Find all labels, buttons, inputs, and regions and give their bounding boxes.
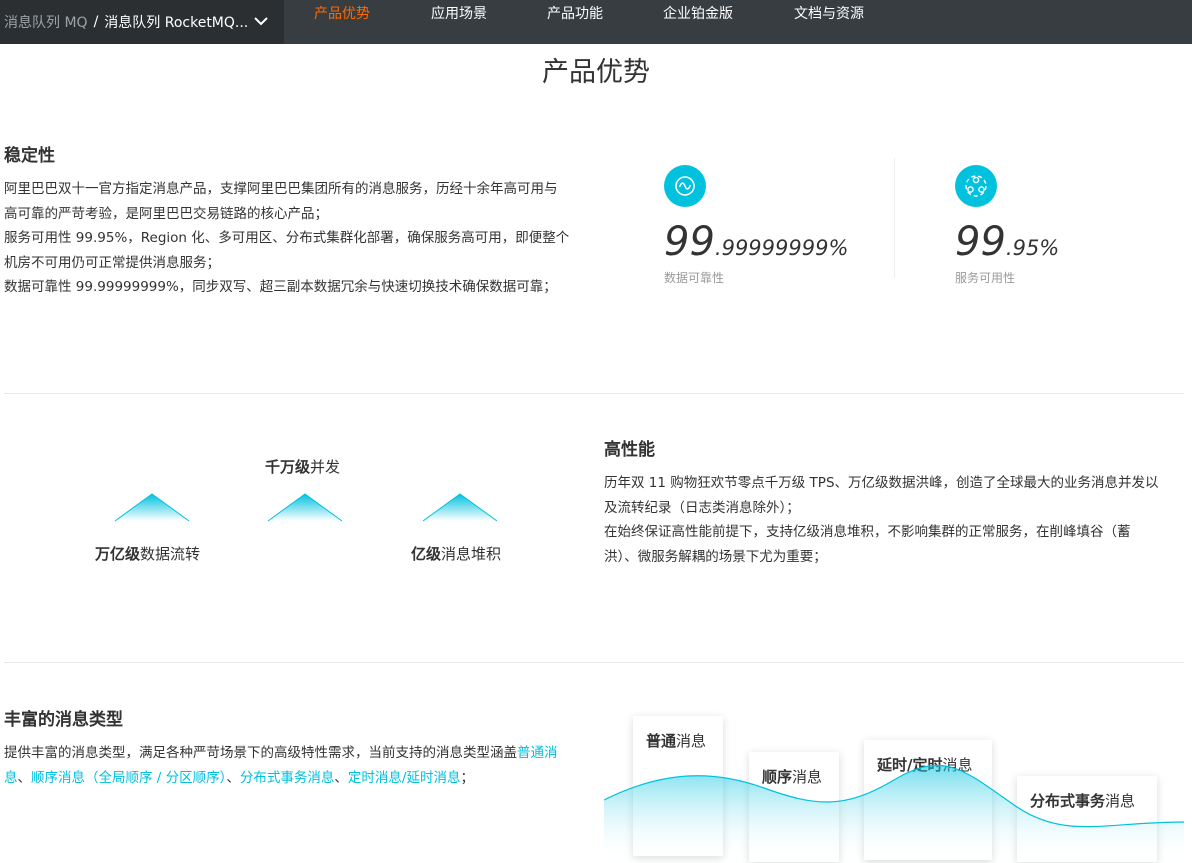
message-types-heading: 丰富的消息类型	[4, 710, 123, 730]
chevron-down-icon[interactable]	[254, 15, 268, 29]
link-transaction-message[interactable]: 分布式事务消息	[240, 770, 335, 786]
stability-line: 数据可靠性 99.99999999%，同步双写、超三副本数据冗余与快速切换技术确…	[4, 279, 557, 295]
performance-line: 洪）、微服务解耦的场景下尤为重要；	[604, 548, 827, 565]
stability-line: 服务可用性 99.95%，Region 化、多可用区、分布式集群化部署，确保服务…	[4, 230, 570, 246]
stat-divider	[894, 158, 895, 278]
performance-description: 历年双 11 购物狂欢节零点千万级 TPS、万亿级数据洪峰，创造了全球最大的业务…	[604, 471, 1190, 569]
peak-icon	[422, 493, 498, 522]
separator: 、	[226, 769, 240, 786]
performance-line: 在始终保证高性能前提下，支持亿级消息堆积，不影响集群的正常服务，在削峰填谷（蓄	[604, 524, 1131, 540]
stat-data-reliability: 99.99999999% 数据可靠性	[664, 165, 848, 286]
section-divider	[4, 393, 1184, 394]
stat-label: 服务可用性	[955, 271, 1016, 285]
tab-docs[interactable]: 文档与资源	[794, 0, 864, 44]
page-title: 产品优势	[542, 57, 650, 88]
top-nav: 消息队列 MQ / 消息队列 RocketMQ... 产品优势 应用场景 产品功…	[0, 0, 1192, 44]
stability-line: 机房不可用仍可正常提供消息服务；	[4, 254, 220, 271]
link-normal-message[interactable]: 息	[4, 770, 18, 786]
breadcrumb-separator: /	[93, 14, 99, 30]
message-types-description: 提供丰富的消息类型，满足各种严苛场景下的高级特性需求，当前支持的消息类型涵盖普通…	[4, 741, 594, 790]
wave-graphic	[604, 764, 1184, 863]
stability-line: 阿里巴巴双十一官方指定消息产品，支撑阿里巴巴集团所有的消息服务，历经十余年高可用…	[4, 181, 558, 197]
performance-heading: 高性能	[604, 440, 655, 460]
stat-value: 99.95%	[955, 219, 1060, 265]
nav-tabs: 产品优势 应用场景 产品功能 企业铂金版 文档与资源	[284, 0, 864, 44]
performance-line: 及流转纪录（日志类消息除外）；	[604, 499, 800, 516]
peak-icon	[114, 493, 190, 522]
stability-line: 高可靠的严苛考验，是阿里巴巴交易链路的核心产品；	[4, 205, 328, 222]
tab-advantages[interactable]: 产品优势	[314, 0, 370, 44]
section-divider	[4, 662, 1184, 663]
stat-service-availability: 99.95% 服务可用性	[955, 165, 1059, 286]
stability-description: 阿里巴巴双十一官方指定消息产品，支撑阿里巴巴集团所有的消息服务，历经十余年高可用…	[4, 177, 594, 300]
tab-enterprise[interactable]: 企业铂金版	[663, 0, 733, 44]
link-normal-message[interactable]: 普通消	[517, 745, 558, 761]
perf-label-accumulation: 亿级消息堆积	[411, 545, 502, 563]
breadcrumb-parent[interactable]: 消息队列 MQ	[4, 12, 88, 32]
wave-circle-icon	[664, 165, 706, 207]
link-ordered-message[interactable]: 顺序消息（全局顺序 / 分区顺序）	[31, 770, 226, 786]
stability-heading: 稳定性	[4, 146, 55, 166]
tab-scenarios[interactable]: 应用场景	[431, 0, 487, 44]
separator: ；	[460, 769, 474, 786]
cluster-icon	[955, 165, 997, 207]
message-types-intro: 提供丰富的消息类型，满足各种严苛场景下的高级特性需求，当前支持的消息类型涵盖	[4, 745, 517, 761]
separator: 、	[334, 769, 348, 786]
breadcrumb[interactable]: 消息队列 MQ / 消息队列 RocketMQ...	[0, 0, 284, 44]
breadcrumb-current[interactable]: 消息队列 RocketMQ...	[104, 12, 248, 32]
peak-icon	[267, 493, 343, 522]
link-timed-message[interactable]: 定时消息/延时消息	[348, 770, 461, 786]
stat-label: 数据可靠性	[664, 271, 725, 285]
stat-value: 99.99999999%	[664, 219, 849, 265]
tab-features[interactable]: 产品功能	[547, 0, 603, 44]
perf-label-concurrency: 千万级并发	[265, 458, 341, 476]
separator: 、	[17, 769, 32, 786]
performance-line: 历年双 11 购物狂欢节零点千万级 TPS、万亿级数据洪峰，创造了全球最大的业务…	[604, 475, 1159, 491]
perf-label-data-flow: 万亿级数据流转	[95, 545, 201, 563]
